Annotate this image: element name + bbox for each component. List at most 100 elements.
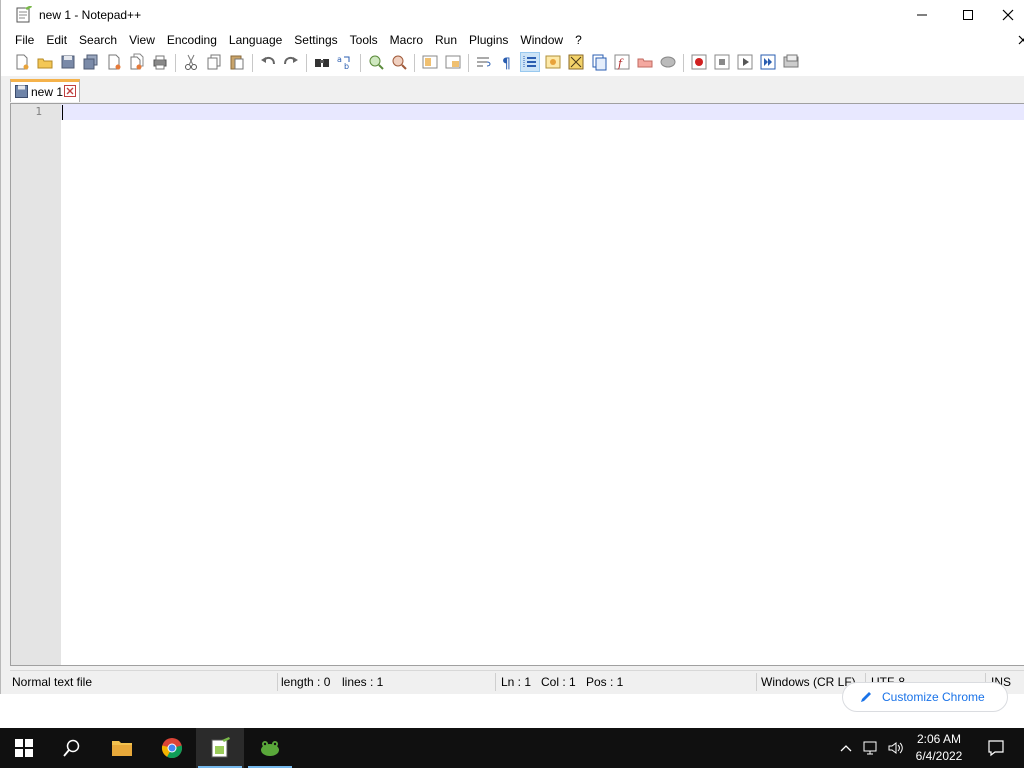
chevron-up-icon — [840, 745, 852, 752]
folder-as-workspace-icon[interactable] — [636, 53, 654, 71]
close-all-icon[interactable] — [128, 53, 146, 71]
sync-horizontal-icon[interactable] — [444, 53, 462, 71]
notepadpp-taskbar-button[interactable] — [196, 728, 244, 768]
menu-language[interactable]: Language — [223, 30, 288, 50]
word-wrap-icon[interactable] — [475, 53, 493, 71]
menu-encoding[interactable]: Encoding — [161, 30, 223, 50]
notepadpp-icon — [211, 737, 230, 758]
menu-file[interactable]: File — [9, 30, 40, 50]
tab-label: new 1 — [31, 85, 64, 99]
svg-text:¶: ¶ — [502, 56, 511, 71]
menu-help[interactable]: ? — [569, 30, 588, 50]
zoom-in-icon[interactable] — [367, 53, 385, 71]
document-map-icon[interactable] — [567, 53, 585, 71]
maximize-icon — [963, 10, 973, 20]
network-button[interactable] — [859, 728, 883, 768]
toolbar-separator — [683, 54, 684, 72]
indent-guide-icon[interactable] — [520, 52, 540, 72]
maximize-button[interactable] — [945, 0, 991, 30]
show-all-characters-icon[interactable]: ¶ — [498, 53, 516, 71]
notification-icon — [988, 740, 1004, 757]
clock-time: 2:06 AM — [916, 732, 962, 746]
chrome-icon — [161, 738, 183, 759]
status-eol-format[interactable]: Windows (CR LF) — [761, 671, 856, 693]
macro-record-icon[interactable] — [690, 53, 708, 71]
menu-run[interactable]: Run — [429, 30, 463, 50]
pencil-icon — [859, 690, 873, 704]
macro-play-icon[interactable] — [736, 53, 754, 71]
action-center-button[interactable] — [972, 728, 1020, 768]
sync-vertical-icon[interactable] — [421, 53, 439, 71]
toolbar-separator — [414, 54, 415, 72]
close-document-icon[interactable] — [1015, 30, 1024, 50]
menu-settings[interactable]: Settings — [288, 30, 343, 50]
menu-edit[interactable]: Edit — [40, 30, 73, 50]
menu-macro[interactable]: Macro — [384, 30, 429, 50]
minimize-icon — [917, 14, 927, 16]
toolbar-separator — [468, 54, 469, 72]
toolbar-separator — [252, 54, 253, 72]
macro-stop-icon[interactable] — [713, 53, 731, 71]
minimize-button[interactable] — [899, 0, 945, 30]
undo-icon[interactable] — [259, 53, 277, 71]
replace-icon[interactable]: ab — [336, 53, 354, 71]
save-icon[interactable] — [59, 53, 77, 71]
svg-text:b: b — [344, 62, 349, 71]
text-editor[interactable]: 1 — [10, 103, 1024, 666]
app-taskbar-button[interactable] — [246, 728, 294, 768]
document-list-icon[interactable] — [590, 53, 608, 71]
search-button[interactable] — [48, 728, 96, 768]
monitoring-icon[interactable] — [659, 53, 677, 71]
status-separator — [495, 673, 496, 691]
zoom-out-icon[interactable] — [390, 53, 408, 71]
status-column: Col : 1 — [541, 675, 576, 689]
save-all-icon[interactable] — [82, 53, 100, 71]
open-file-icon[interactable] — [36, 53, 54, 71]
find-icon[interactable] — [313, 53, 331, 71]
tab-close-icon[interactable] — [64, 85, 76, 97]
user-defined-language-icon[interactable] — [544, 53, 562, 71]
customize-chrome-button[interactable]: Customize Chrome — [842, 682, 1008, 712]
menu-tools[interactable]: Tools — [344, 30, 384, 50]
windows-logo-icon — [15, 739, 33, 757]
file-explorer-button[interactable] — [98, 728, 146, 768]
volume-button[interactable] — [883, 728, 907, 768]
start-button[interactable] — [0, 728, 48, 768]
network-icon — [863, 741, 877, 755]
menu-plugins[interactable]: Plugins — [463, 30, 514, 50]
speaker-icon — [888, 742, 903, 754]
chrome-taskbar-button[interactable] — [148, 728, 196, 768]
status-position: Pos : 1 — [586, 675, 624, 689]
line-number-gutter: 1 — [11, 104, 61, 665]
window-title: new 1 - Notepad++ — [39, 8, 142, 22]
tab-bar: new 1 — [1, 76, 1024, 103]
title-bar[interactable]: new 1 - Notepad++ — [1, 0, 1024, 30]
menu-search[interactable]: Search — [73, 30, 123, 50]
status-separator — [277, 673, 278, 691]
function-list-icon[interactable]: f — [613, 53, 631, 71]
status-separator — [756, 673, 757, 691]
menu-window[interactable]: Window — [514, 30, 569, 50]
paste-icon[interactable] — [228, 53, 246, 71]
new-file-icon[interactable] — [13, 53, 31, 71]
taskbar-clock[interactable]: 2:06 AM 6/4/2022 — [910, 731, 968, 765]
cut-icon[interactable] — [182, 53, 200, 71]
redo-icon[interactable] — [282, 53, 300, 71]
toolbar: ab ¶ f — [1, 50, 1024, 77]
customize-chrome-label: Customize Chrome — [882, 690, 985, 704]
notepadpp-app-icon[interactable] — [15, 5, 33, 24]
copy-icon[interactable] — [205, 53, 223, 71]
close-window-button[interactable] — [991, 0, 1024, 30]
macro-save-icon[interactable] — [782, 53, 800, 71]
toolbar-separator — [360, 54, 361, 72]
show-hidden-icons-button[interactable] — [834, 728, 858, 768]
svg-text:a: a — [337, 55, 342, 64]
print-icon[interactable] — [151, 53, 169, 71]
menu-view[interactable]: View — [123, 30, 161, 50]
close-file-icon[interactable] — [105, 53, 123, 71]
macro-run-multiple-icon[interactable] — [759, 53, 777, 71]
close-icon — [1002, 9, 1014, 21]
toolbar-separator — [306, 54, 307, 72]
tab-new-1[interactable]: new 1 — [10, 79, 80, 102]
toolbar-separator — [175, 54, 176, 72]
